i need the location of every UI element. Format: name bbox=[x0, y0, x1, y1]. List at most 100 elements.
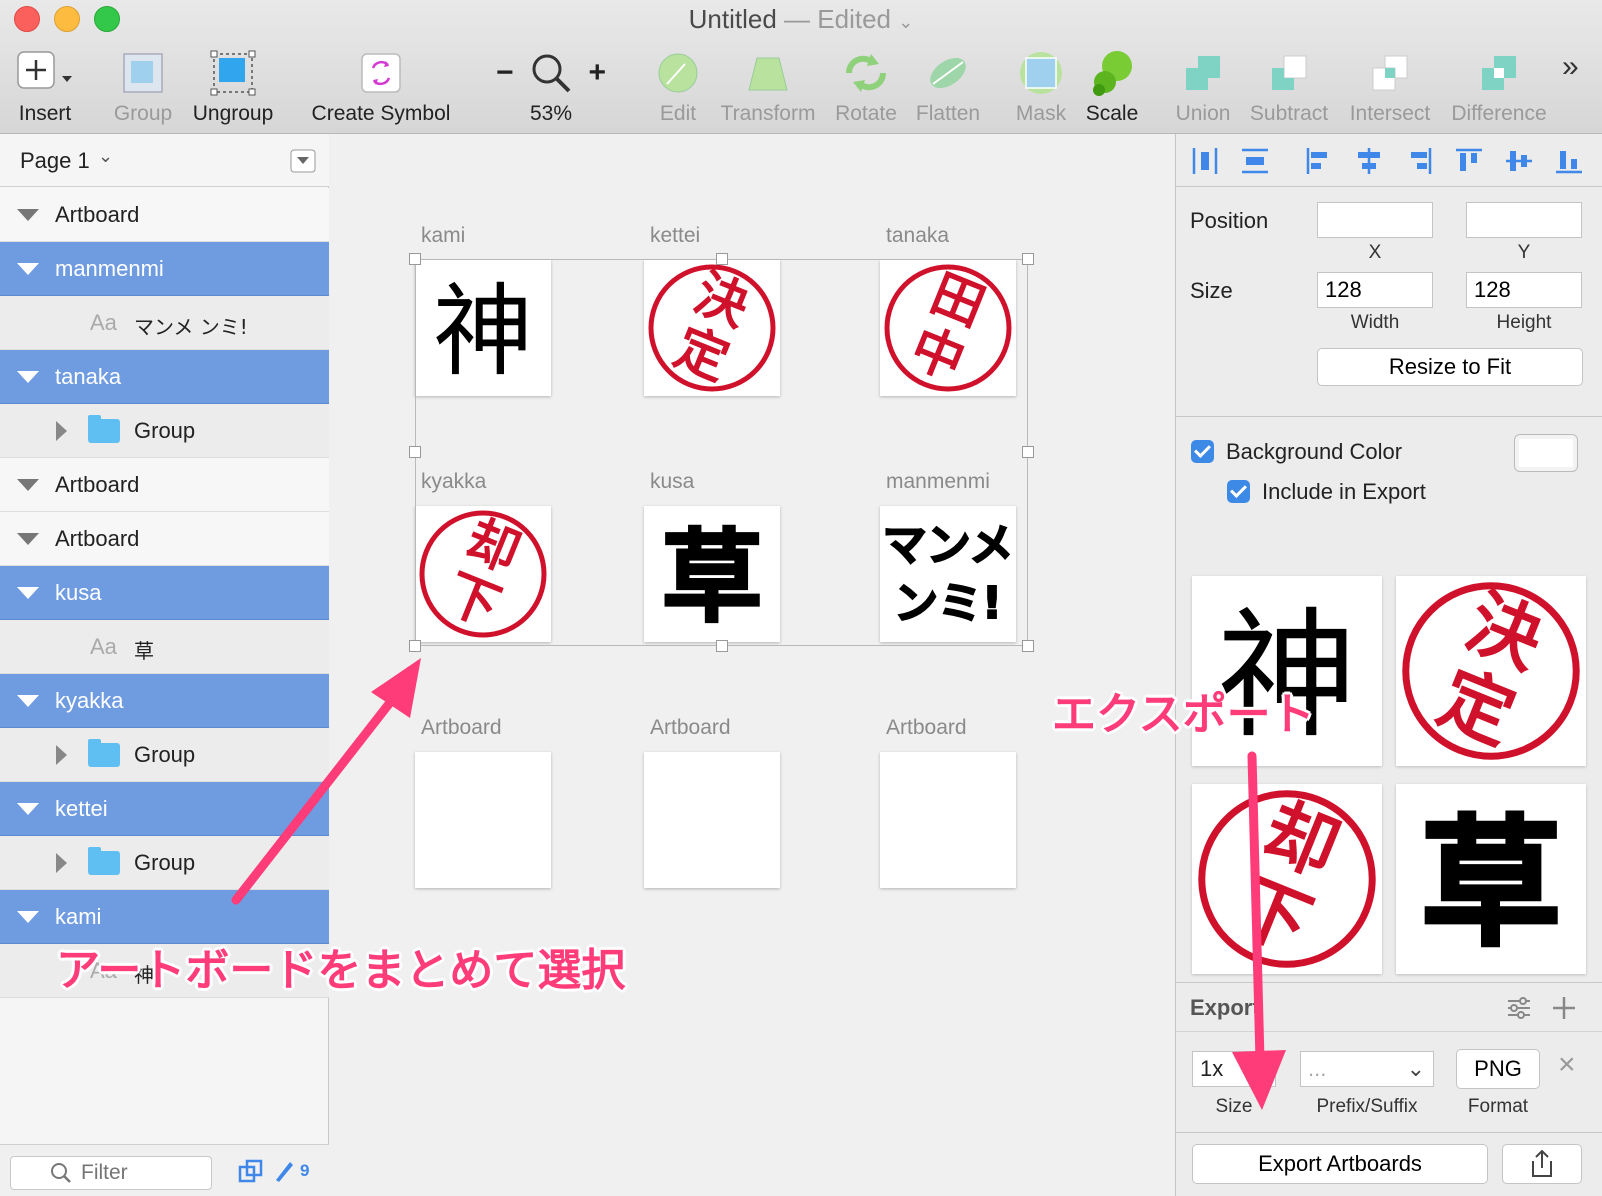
scale-button[interactable]: Scale bbox=[1082, 44, 1142, 126]
align-top-icon[interactable] bbox=[1454, 146, 1484, 176]
layer-group-item[interactable]: Group bbox=[0, 404, 329, 458]
layer-artboard-item[interactable]: Artboard bbox=[0, 512, 329, 566]
layer-artboard-item[interactable]: kyakka bbox=[0, 674, 329, 728]
flatten-button[interactable]: Flatten bbox=[910, 44, 986, 126]
zoom-out-button[interactable]: − bbox=[496, 56, 514, 90]
artboard-label[interactable]: kettei bbox=[650, 224, 700, 248]
disclosure-triangle-icon[interactable] bbox=[17, 533, 39, 545]
layers-panel: Page 1 ⌄ Artboard manmenmi Aa マンメ ンミ! tanaka… bbox=[0, 134, 329, 1196]
artboard-label[interactable]: Artboard bbox=[650, 716, 731, 740]
symbols-filter-icon[interactable] bbox=[238, 1159, 264, 1185]
disclosure-triangle-icon[interactable] bbox=[17, 371, 39, 383]
disclosure-triangle-icon[interactable] bbox=[56, 853, 67, 873]
artboard-label[interactable]: Artboard bbox=[421, 716, 502, 740]
export-prefix-field[interactable]: ... ⌄ bbox=[1300, 1051, 1434, 1087]
share-icon bbox=[1532, 1149, 1552, 1177]
export-size-field[interactable]: 1x bbox=[1192, 1051, 1276, 1087]
group-button[interactable]: Group bbox=[110, 44, 176, 126]
selection-handle-bottom-right[interactable] bbox=[1022, 640, 1034, 652]
x-input[interactable] bbox=[1317, 202, 1433, 238]
height-input[interactable] bbox=[1466, 272, 1582, 308]
selection-handle-middle-left[interactable] bbox=[409, 446, 421, 458]
layer-artboard-item[interactable]: Artboard bbox=[0, 458, 329, 512]
title-separator: — bbox=[784, 4, 811, 34]
filter-input[interactable] bbox=[10, 1156, 212, 1190]
create-symbol-button[interactable]: Create Symbol bbox=[308, 44, 454, 126]
background-color-checkbox[interactable] bbox=[1191, 440, 1214, 463]
artboard-label[interactable]: kami bbox=[421, 224, 465, 248]
layer-artboard-item[interactable]: tanaka bbox=[0, 350, 329, 404]
transform-button[interactable]: Transform bbox=[716, 44, 820, 126]
layer-artboard-item[interactable]: kusa bbox=[0, 566, 329, 620]
selection-handle-top-center[interactable] bbox=[716, 253, 728, 265]
artboard[interactable] bbox=[880, 752, 1016, 888]
share-button[interactable] bbox=[1502, 1144, 1582, 1184]
y-input[interactable] bbox=[1466, 202, 1582, 238]
insert-button[interactable]: Insert bbox=[12, 44, 78, 126]
artboard-label[interactable]: Artboard bbox=[886, 716, 967, 740]
disclosure-triangle-icon[interactable] bbox=[56, 745, 67, 765]
disclosure-triangle-icon[interactable] bbox=[56, 421, 67, 441]
layer-text-item[interactable]: Aa マンメ ンミ! bbox=[0, 296, 329, 350]
export-artboards-button[interactable]: Export Artboards bbox=[1192, 1144, 1488, 1184]
edit-button[interactable]: Edit bbox=[650, 44, 706, 126]
disclosure-triangle-icon[interactable] bbox=[17, 479, 39, 491]
layer-text-item[interactable]: Aa 草 bbox=[0, 620, 329, 674]
selection-handle-bottom-center[interactable] bbox=[716, 640, 728, 652]
zoom-in-button[interactable]: + bbox=[588, 56, 606, 90]
layer-artboard-item[interactable]: manmenmi bbox=[0, 242, 329, 296]
layer-group-item[interactable]: Group bbox=[0, 728, 329, 782]
canvas[interactable]: kami 神 kettei 決定 tanaka 田中 kyakka 却下 kusa 草 manmen… bbox=[329, 134, 1175, 1196]
include-in-export-checkbox[interactable] bbox=[1227, 480, 1250, 503]
selection-handle-top-right[interactable] bbox=[1022, 253, 1034, 265]
align-right-icon[interactable] bbox=[1404, 146, 1434, 176]
add-export-icon[interactable] bbox=[1551, 995, 1577, 1021]
disclosure-triangle-icon[interactable] bbox=[17, 587, 39, 599]
layer-artboard-item[interactable]: Artboard bbox=[0, 188, 329, 242]
intersect-button[interactable]: Intersect bbox=[1344, 44, 1436, 126]
toolbar-overflow-button[interactable]: » bbox=[1562, 50, 1579, 84]
width-input[interactable] bbox=[1317, 272, 1433, 308]
background-color-swatch[interactable] bbox=[1514, 434, 1578, 472]
disclosure-triangle-icon[interactable] bbox=[17, 263, 39, 275]
intersect-label: Intersect bbox=[1349, 102, 1431, 125]
mask-button[interactable]: Mask bbox=[1012, 44, 1070, 126]
distribute-horizontal-icon[interactable] bbox=[1190, 146, 1220, 176]
selection-handle-top-left[interactable] bbox=[409, 253, 421, 265]
collapse-pages-icon[interactable] bbox=[290, 149, 316, 173]
artboard-label[interactable]: tanaka bbox=[886, 224, 949, 248]
align-center-icon[interactable] bbox=[1354, 146, 1384, 176]
union-button[interactable]: Union bbox=[1172, 44, 1234, 126]
subtract-button[interactable]: Subtract bbox=[1246, 44, 1332, 126]
layer-group-item[interactable]: Group bbox=[0, 836, 329, 890]
layer-artboard-item[interactable]: kettei bbox=[0, 782, 329, 836]
window-title[interactable]: Untitled — Edited ⌄ bbox=[0, 4, 1602, 35]
difference-button[interactable]: Difference bbox=[1446, 44, 1552, 126]
layer-label: kettei bbox=[55, 796, 108, 821]
rotate-button[interactable]: Rotate bbox=[828, 44, 904, 126]
artboard[interactable] bbox=[644, 752, 780, 888]
remove-export-icon[interactable]: × bbox=[1558, 1048, 1576, 1082]
align-left-icon[interactable] bbox=[1304, 146, 1334, 176]
export-format-button[interactable]: PNG bbox=[1456, 1049, 1540, 1089]
resize-to-fit-button[interactable]: Resize to Fit bbox=[1317, 348, 1583, 386]
selection-handle-middle-right[interactable] bbox=[1022, 446, 1034, 458]
artboard[interactable] bbox=[415, 752, 551, 888]
layer-label: Group bbox=[134, 418, 196, 443]
pen-icon[interactable] bbox=[272, 1158, 296, 1184]
distribute-vertical-icon[interactable] bbox=[1240, 146, 1270, 176]
export-preview: 決定 bbox=[1396, 576, 1586, 766]
page-name: Page 1 bbox=[20, 148, 90, 173]
flatten-label: Flatten bbox=[915, 102, 981, 125]
page-selector[interactable]: Page 1 ⌄ bbox=[0, 134, 329, 187]
align-bottom-icon[interactable] bbox=[1554, 146, 1584, 176]
selection-handle-bottom-left[interactable] bbox=[409, 640, 421, 652]
disclosure-triangle-icon[interactable] bbox=[17, 803, 39, 815]
edited-status: Edited bbox=[817, 4, 892, 34]
disclosure-triangle-icon[interactable] bbox=[17, 911, 39, 923]
ungroup-button[interactable]: Ungroup bbox=[190, 44, 276, 126]
disclosure-triangle-icon[interactable] bbox=[17, 695, 39, 707]
align-middle-icon[interactable] bbox=[1504, 146, 1534, 176]
export-settings-icon[interactable] bbox=[1506, 996, 1532, 1020]
disclosure-triangle-icon[interactable] bbox=[17, 209, 39, 221]
